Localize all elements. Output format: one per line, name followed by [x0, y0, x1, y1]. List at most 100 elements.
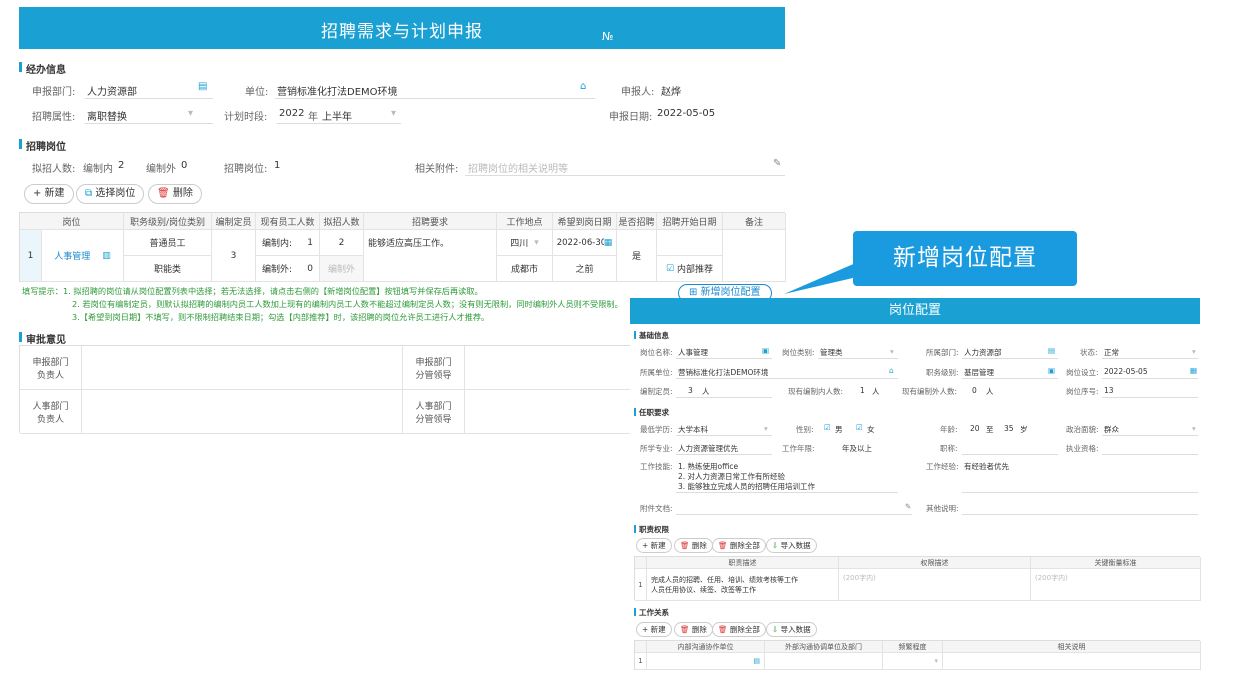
period-year-input[interactable]: 2022 — [279, 108, 304, 119]
attr-label: 招聘属性: — [32, 112, 76, 123]
paperclip-icon[interactable]: ✎ — [773, 158, 781, 169]
row-requirement[interactable]: 能够适应高压工作。 — [364, 230, 497, 282]
row-recruit[interactable]: 是 — [617, 230, 657, 282]
cfg-level-value[interactable]: 基层管理 — [964, 367, 994, 378]
row-in-current-cell[interactable]: 编制内: 1 — [256, 230, 320, 256]
row-in-planned[interactable]: 2 — [320, 230, 364, 256]
th-quota: 编制定员 — [212, 213, 256, 230]
duties-delete-button[interactable]: 🗑 删除 — [674, 538, 713, 553]
table-row[interactable]: 1 人事管理 ▥ 普通员工 职能类 3 编制内: 1 编制外: 0 2 编制外 … — [20, 230, 786, 282]
cfg-status-chevron-down-icon[interactable]: ▾ — [1192, 347, 1196, 356]
cfg-type-select[interactable]: 管理类 — [820, 347, 843, 358]
cfg-skill-3[interactable]: 3. 能够独立完成人员的招聘任用培训工作 — [678, 481, 815, 492]
row-remark[interactable] — [723, 230, 786, 282]
cfg-seq-value[interactable]: 13 — [1104, 386, 1114, 395]
relations-delete-button[interactable]: 🗑 删除 — [674, 622, 713, 637]
cfg-quota-value[interactable]: 3 — [688, 386, 693, 395]
cfg-politics-select[interactable]: 群众 — [1104, 424, 1119, 435]
cfg-age-from[interactable]: 20 — [970, 424, 980, 433]
cfg-other-label: 其他说明: — [926, 504, 959, 513]
duties-import-button[interactable]: ⇩ 导入数据 — [766, 538, 817, 553]
row-out-label: 编制外: — [262, 265, 293, 275]
relations-row-frequency[interactable]: ▾ — [883, 653, 943, 670]
cfg-level-picker-icon[interactable]: ▣ — [1048, 366, 1055, 375]
select-post-button[interactable]: ⧉ 选择岗位 — [76, 184, 145, 204]
row-post[interactable]: 人事管理 — [54, 249, 90, 262]
cfg-dept-picker-icon[interactable]: ▤ — [1048, 346, 1055, 355]
approval-input-3[interactable] — [82, 390, 403, 434]
attr-chevron-down-icon[interactable]: ▾ — [188, 108, 193, 119]
row-quota: 3 — [212, 230, 256, 282]
cfg-current-in-unit: 人 — [872, 387, 880, 396]
date-value: 2022-05-05 — [657, 108, 716, 119]
period-chevron-down-icon[interactable]: ▾ — [391, 108, 396, 119]
cfg-age-to[interactable]: 35 — [1004, 424, 1014, 433]
relations-delete-all-button[interactable]: 🗑 删除全部 — [712, 622, 766, 637]
period-half-select[interactable]: 上半年 — [322, 108, 352, 123]
cfg-status-select[interactable]: 正常 — [1104, 347, 1119, 358]
unit-value[interactable]: 营销标准化打法DEMO环境 — [277, 83, 398, 98]
row-out-current-cell[interactable]: 编制外: 0 — [256, 256, 320, 282]
cfg-edu-chevron-down-icon[interactable]: ▾ — [764, 424, 768, 433]
cfg-major-value[interactable]: 人力资源管理优先 — [678, 443, 738, 454]
relations-picker-icon[interactable]: ▤ — [753, 657, 760, 665]
relations-row-external[interactable] — [765, 653, 883, 670]
relations-row-notes[interactable] — [943, 653, 1201, 670]
cfg-name-value[interactable]: 人事管理 — [678, 347, 708, 358]
row-province-select[interactable]: 四川 ▾ — [497, 230, 553, 256]
post-picker-icon[interactable]: ▥ — [102, 251, 111, 261]
relations-th-external: 外部沟通协调单位及部门 — [765, 641, 883, 653]
checkbox-checked-icon[interactable]: ☑ — [666, 264, 674, 274]
relations-chevron-down-icon[interactable]: ▾ — [934, 657, 938, 665]
cfg-exp-label: 工作经验: — [926, 462, 959, 471]
row-post-cell[interactable]: 人事管理 ▥ — [42, 230, 124, 282]
relations-row-index: 1 — [635, 653, 647, 670]
th-start: 招聘开始日期 — [657, 213, 723, 230]
cfg-unit-picker-icon[interactable]: ⌂ — [889, 366, 894, 375]
cfg-exp-value[interactable]: 有经验者优先 — [964, 461, 1009, 472]
cfg-dept-value[interactable]: 人力资源部 — [964, 347, 1002, 358]
unit-picker-icon[interactable]: ⌂ — [580, 81, 586, 92]
row-internal-checkbox[interactable]: ☑ 内部推荐 — [657, 256, 723, 282]
cfg-politics-chevron-down-icon[interactable]: ▾ — [1192, 424, 1196, 433]
in-quota-label: 编制内 — [83, 164, 113, 175]
cfg-unit-value[interactable]: 营销标准化打法DEMO环境 — [678, 367, 768, 378]
delete-button[interactable]: 🗑 删除 — [148, 184, 202, 204]
config-title: 岗位配置 — [630, 298, 1200, 324]
in-quota-value: 2 — [118, 160, 125, 171]
approval-input-1[interactable] — [82, 346, 403, 390]
cfg-female-label: 女 — [867, 425, 875, 434]
dept-picker-icon[interactable]: ▤ — [198, 81, 207, 92]
cfg-edu-select[interactable]: 大学本科 — [678, 424, 708, 435]
th-date: 希望到岗日期 — [553, 213, 617, 230]
relations-import-button[interactable]: ⇩ 导入数据 — [766, 622, 817, 637]
attr-select[interactable]: 离职替换 — [87, 108, 127, 123]
duties-row-desc[interactable]: 完成人员的招聘、任用、培训、绩效考核等工作 人员任用协议、续签、改签等工作 — [647, 569, 839, 601]
row-date-input[interactable]: 2022-06-30 ▦ — [553, 230, 617, 256]
cfg-setdate-value[interactable]: 2022-05-05 — [1104, 367, 1148, 376]
th-location: 工作地点 — [497, 213, 553, 230]
duties-new-button[interactable]: + 新建 — [636, 538, 672, 553]
row-start-date[interactable] — [657, 230, 723, 256]
relations-row-internal[interactable]: ▤ — [647, 653, 765, 670]
cfg-type-chevron-down-icon[interactable]: ▾ — [890, 347, 894, 356]
cfg-female-checkbox-icon[interactable]: ☑ — [856, 423, 863, 432]
cfg-dept-label: 所属部门: — [926, 348, 959, 357]
cfg-years-value[interactable]: 年及以上 — [842, 443, 872, 454]
attach-input[interactable]: 招聘岗位的相关说明等 — [468, 160, 568, 175]
duties-delete-all-button[interactable]: 🗑 删除全部 — [712, 538, 766, 553]
cfg-paperclip-icon[interactable]: ✎ — [905, 502, 911, 511]
cfg-male-checkbox-icon[interactable]: ☑ — [824, 423, 831, 432]
cfg-calendar-icon[interactable]: ▦ — [1190, 366, 1197, 375]
duties-delete-all-label: 删除全部 — [729, 541, 760, 550]
row-out-current[interactable]: 0 — [307, 264, 313, 274]
row-in-current[interactable]: 1 — [307, 238, 313, 248]
dept-value[interactable]: 人力资源部 — [87, 83, 137, 98]
new-button[interactable]: + 新建 — [24, 184, 74, 204]
duties-row-kpi[interactable]: (200字内) — [1031, 569, 1201, 601]
relations-new-button[interactable]: + 新建 — [636, 622, 672, 637]
duties-row-auth[interactable]: (200字内) — [839, 569, 1031, 601]
row-city[interactable]: 成都市 — [497, 256, 553, 282]
calendar-icon[interactable]: ▦ — [604, 238, 613, 248]
cfg-name-picker-icon[interactable]: ▣ — [762, 346, 769, 355]
